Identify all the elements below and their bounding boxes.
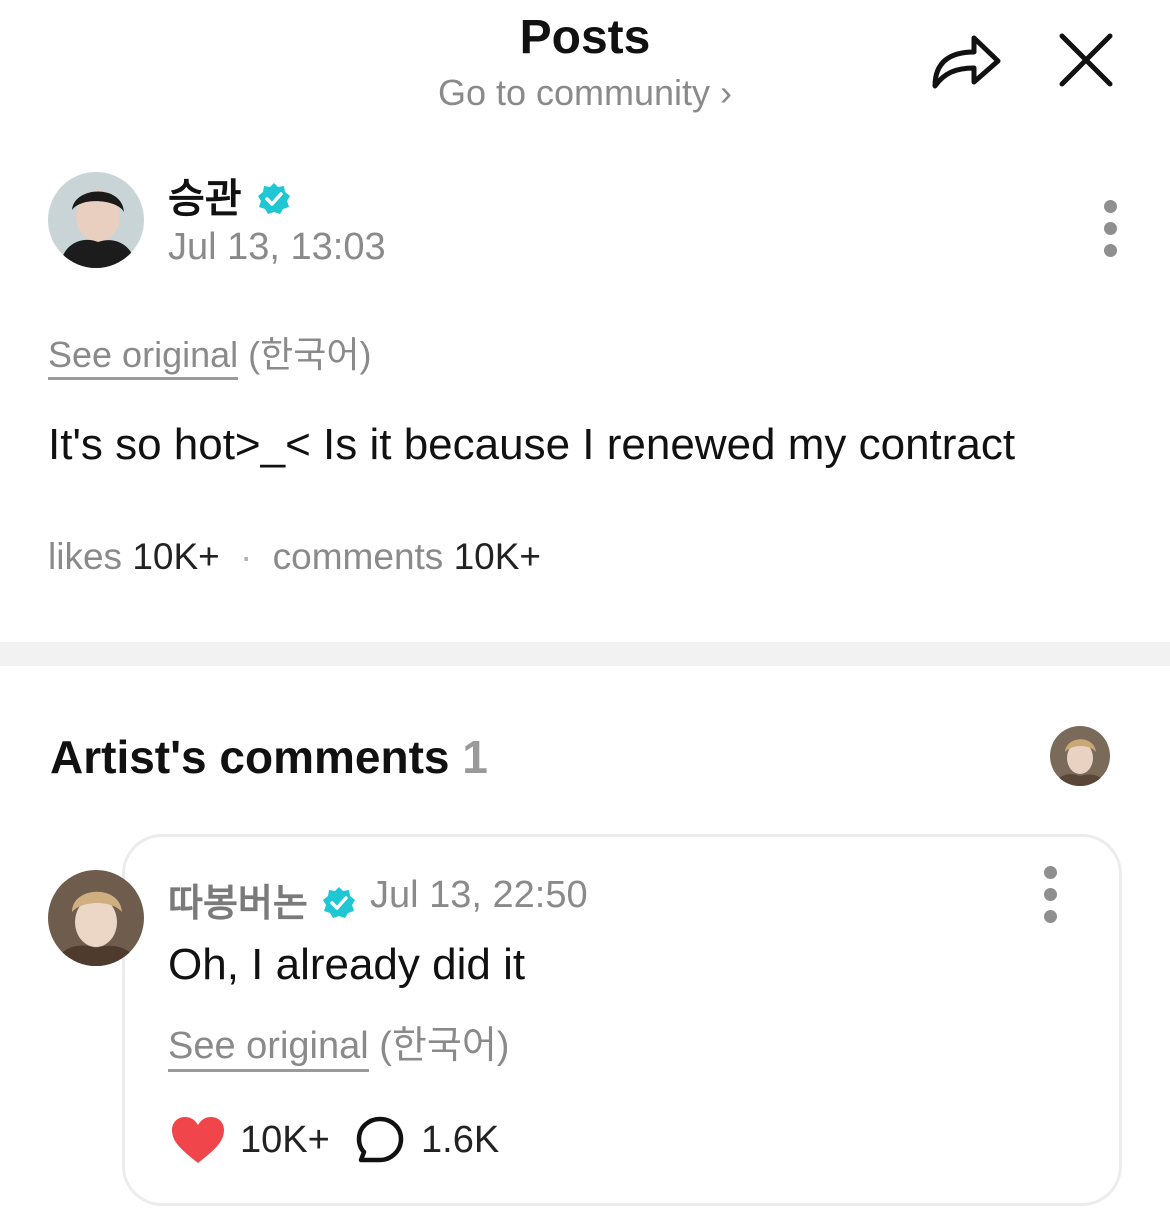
reply-button[interactable]: 1.6K (355, 1112, 499, 1168)
post-more-options-button[interactable] (1098, 200, 1122, 260)
comment-more-options-button[interactable] (1038, 866, 1062, 926)
author-name-row[interactable]: 승관 (168, 166, 291, 224)
close-icon (1059, 33, 1113, 87)
commenter-name-row[interactable]: 따봉버논 (168, 872, 356, 927)
artist-comments-header: Artist's comments 1 (50, 730, 488, 784)
verified-badge-icon (257, 183, 290, 214)
likes-count: 10K+ (132, 536, 220, 577)
chevron-right-icon: › (720, 72, 733, 113)
original-language-label: (한국어) (379, 1025, 510, 1067)
artist-comments-count: 1 (462, 731, 488, 783)
commenter-avatar[interactable] (48, 870, 144, 966)
comments-count: 10K+ (453, 536, 542, 577)
post-body: It's so hot>_< Is it because I renewed m… (48, 420, 1016, 469)
heart-icon (172, 1117, 224, 1163)
go-to-community-label: Go to community (437, 72, 711, 113)
like-button[interactable]: 10K+ (170, 1112, 330, 1168)
comment-body: Oh, I already did it (168, 940, 526, 989)
author-photo (48, 172, 144, 268)
section-divider (0, 642, 1170, 666)
post-timestamp: Jul 13, 13:03 (168, 226, 386, 268)
like-count: 10K+ (240, 1118, 330, 1161)
author-name: 승관 (168, 177, 242, 221)
close-button[interactable] (1054, 28, 1118, 92)
more-vertical-icon (1038, 866, 1062, 923)
commenter-name: 따봉버논 (168, 883, 308, 925)
post-stats: likes 10K+ · comments 10K+ (48, 536, 541, 578)
author-avatar[interactable] (48, 172, 144, 268)
see-original-link[interactable]: See original (48, 334, 239, 380)
artist-photo-small (1050, 726, 1110, 786)
stats-separator: · (240, 536, 253, 577)
artist-avatar-small[interactable] (1050, 726, 1110, 786)
more-vertical-icon (1098, 200, 1122, 257)
likes-label: likes (48, 536, 123, 577)
speech-bubble-icon (356, 1116, 404, 1163)
reply-count: 1.6K (421, 1118, 500, 1161)
comment-timestamp: Jul 13, 22:50 (370, 874, 588, 916)
post-see-original: See original (한국어) (48, 326, 372, 380)
comment-see-original: See original (한국어) (168, 1014, 510, 1072)
commenter-photo (48, 870, 144, 966)
comments-label: comments (272, 536, 444, 577)
share-button[interactable] (928, 28, 1004, 94)
share-arrow-icon (932, 35, 1001, 89)
see-original-link[interactable]: See original (168, 1025, 369, 1072)
verified-badge-icon (323, 887, 356, 918)
original-language-label: (한국어) (248, 334, 372, 375)
artist-comments-title: Artist's comments (50, 731, 450, 783)
